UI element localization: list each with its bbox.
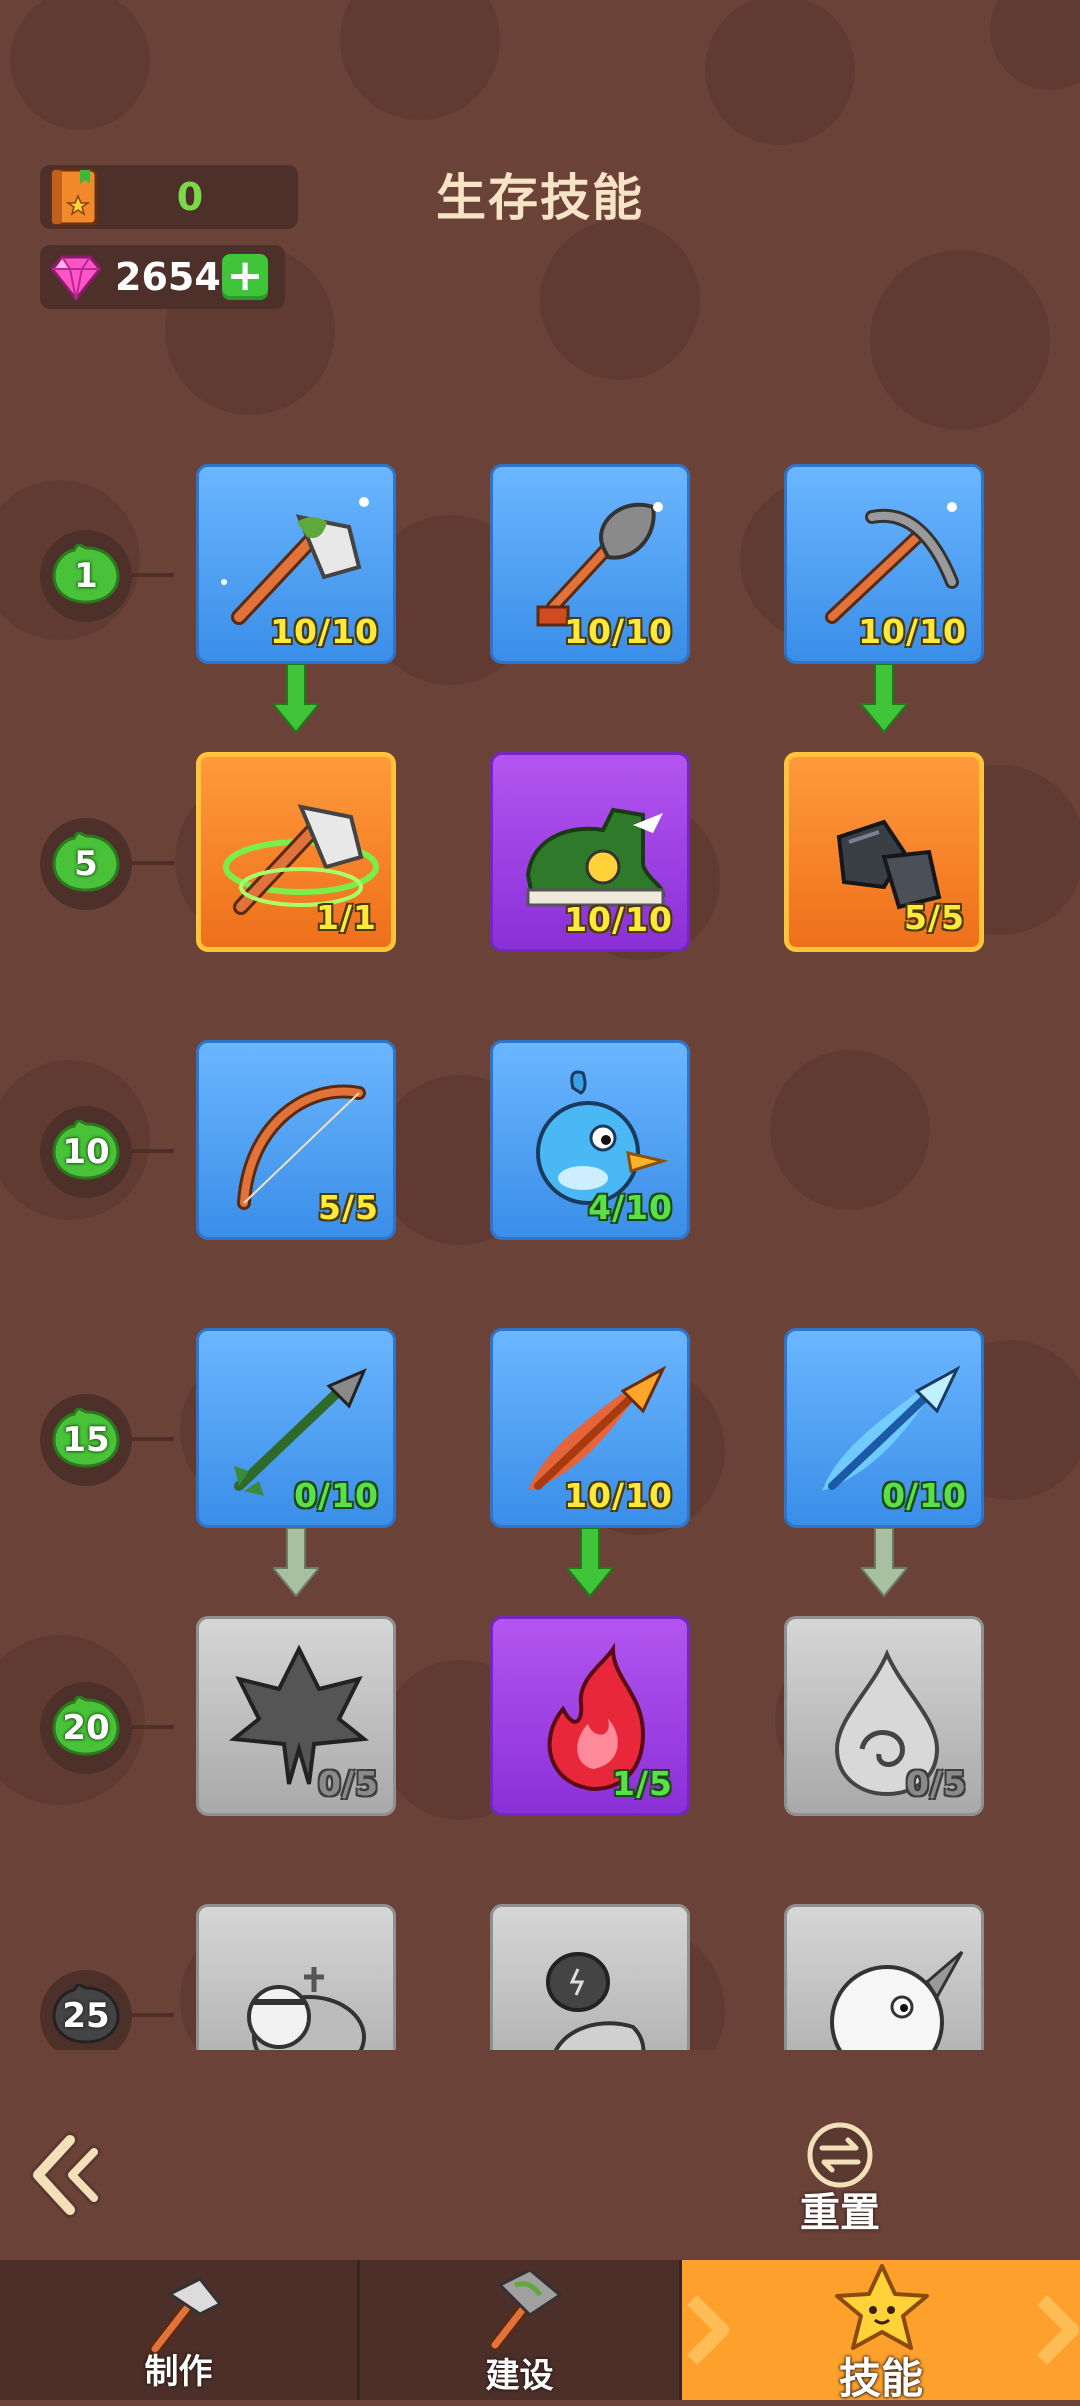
skill-tile-axe[interactable]: 10/10 (196, 464, 396, 664)
skill-tile-arrow[interactable]: 0/10 (196, 1328, 396, 1528)
level-connector (132, 1437, 174, 1441)
locked-arrow (861, 1528, 907, 1598)
nav-tab-skills[interactable]: 技能 (682, 2260, 1080, 2403)
skill-tile-shovel[interactable]: 10/10 (490, 464, 690, 664)
level-badge-5: 5 (40, 818, 132, 910)
skill-tile-narwhal[interactable] (784, 1904, 984, 2050)
level-badge-15: 15 (40, 1394, 132, 1486)
upgrade-arrow (273, 664, 319, 734)
skill-tile-leaf[interactable]: 0/5 (196, 1616, 396, 1816)
level-badge-10: 10 (40, 1106, 132, 1198)
skill-tile-blue-bird[interactable]: 4/10 (490, 1040, 690, 1240)
build-hammer-icon (489, 2270, 563, 2350)
skill-tile-ore[interactable]: 5/5 (784, 752, 984, 952)
power-arm-icon (546, 1952, 646, 2050)
skill-tree[interactable]: 1 5 10 15 20 25 10/10 10/10 10/10 1/1 10… (0, 440, 1080, 2050)
locked-arrow (273, 1528, 319, 1598)
level-connector (132, 1725, 174, 1729)
skill-tile-power-arm[interactable] (490, 1904, 690, 2050)
level-connector (132, 1149, 174, 1153)
hammer-icon (149, 2277, 223, 2354)
nav-tab-craft[interactable]: 制作 (0, 2260, 360, 2400)
narwhal-icon (830, 1950, 964, 2050)
upgrade-arrow (567, 1528, 613, 1598)
level-badge-25: 25 (40, 1970, 132, 2050)
reset-button[interactable]: 重置 (790, 2120, 890, 2236)
skill-tile-speed-shoe[interactable]: 10/10 (490, 752, 690, 952)
level-connector (132, 573, 174, 577)
skill-tile-pickaxe[interactable]: 10/10 (784, 464, 984, 664)
skill-tile-ice-arrow[interactable]: 0/10 (784, 1328, 984, 1528)
level-connector (132, 861, 174, 865)
skill-tile-turtle[interactable] (196, 1904, 396, 2050)
nav-tab-build[interactable]: 建设 (360, 2260, 682, 2400)
level-badge-1: 1 (40, 530, 132, 622)
gem-icon (50, 255, 102, 301)
star-icon (835, 2264, 929, 2350)
bottom-nav: 制作 建设 技能 (0, 2260, 1080, 2403)
back-button[interactable] (30, 2130, 110, 2220)
skill-tile-bow[interactable]: 5/5 (196, 1040, 396, 1240)
turtle-icon (247, 1967, 366, 2050)
skill-tile-flame[interactable]: 1/5 (490, 1616, 690, 1816)
level-badge-20: 20 (40, 1682, 132, 1774)
level-connector (132, 2013, 174, 2017)
skill-tile-fire-arrow[interactable]: 10/10 (490, 1328, 690, 1528)
skill-tile-spinning-axe[interactable]: 1/1 (196, 752, 396, 952)
gem-counter: 2654 + (40, 245, 285, 309)
skill-tile-water-drop[interactable]: 0/5 (784, 1616, 984, 1816)
page-title: 生存技能 (436, 169, 644, 227)
gem-count: 2654 (115, 255, 221, 299)
add-gems-button[interactable]: + (222, 254, 268, 300)
upgrade-arrow (861, 664, 907, 734)
